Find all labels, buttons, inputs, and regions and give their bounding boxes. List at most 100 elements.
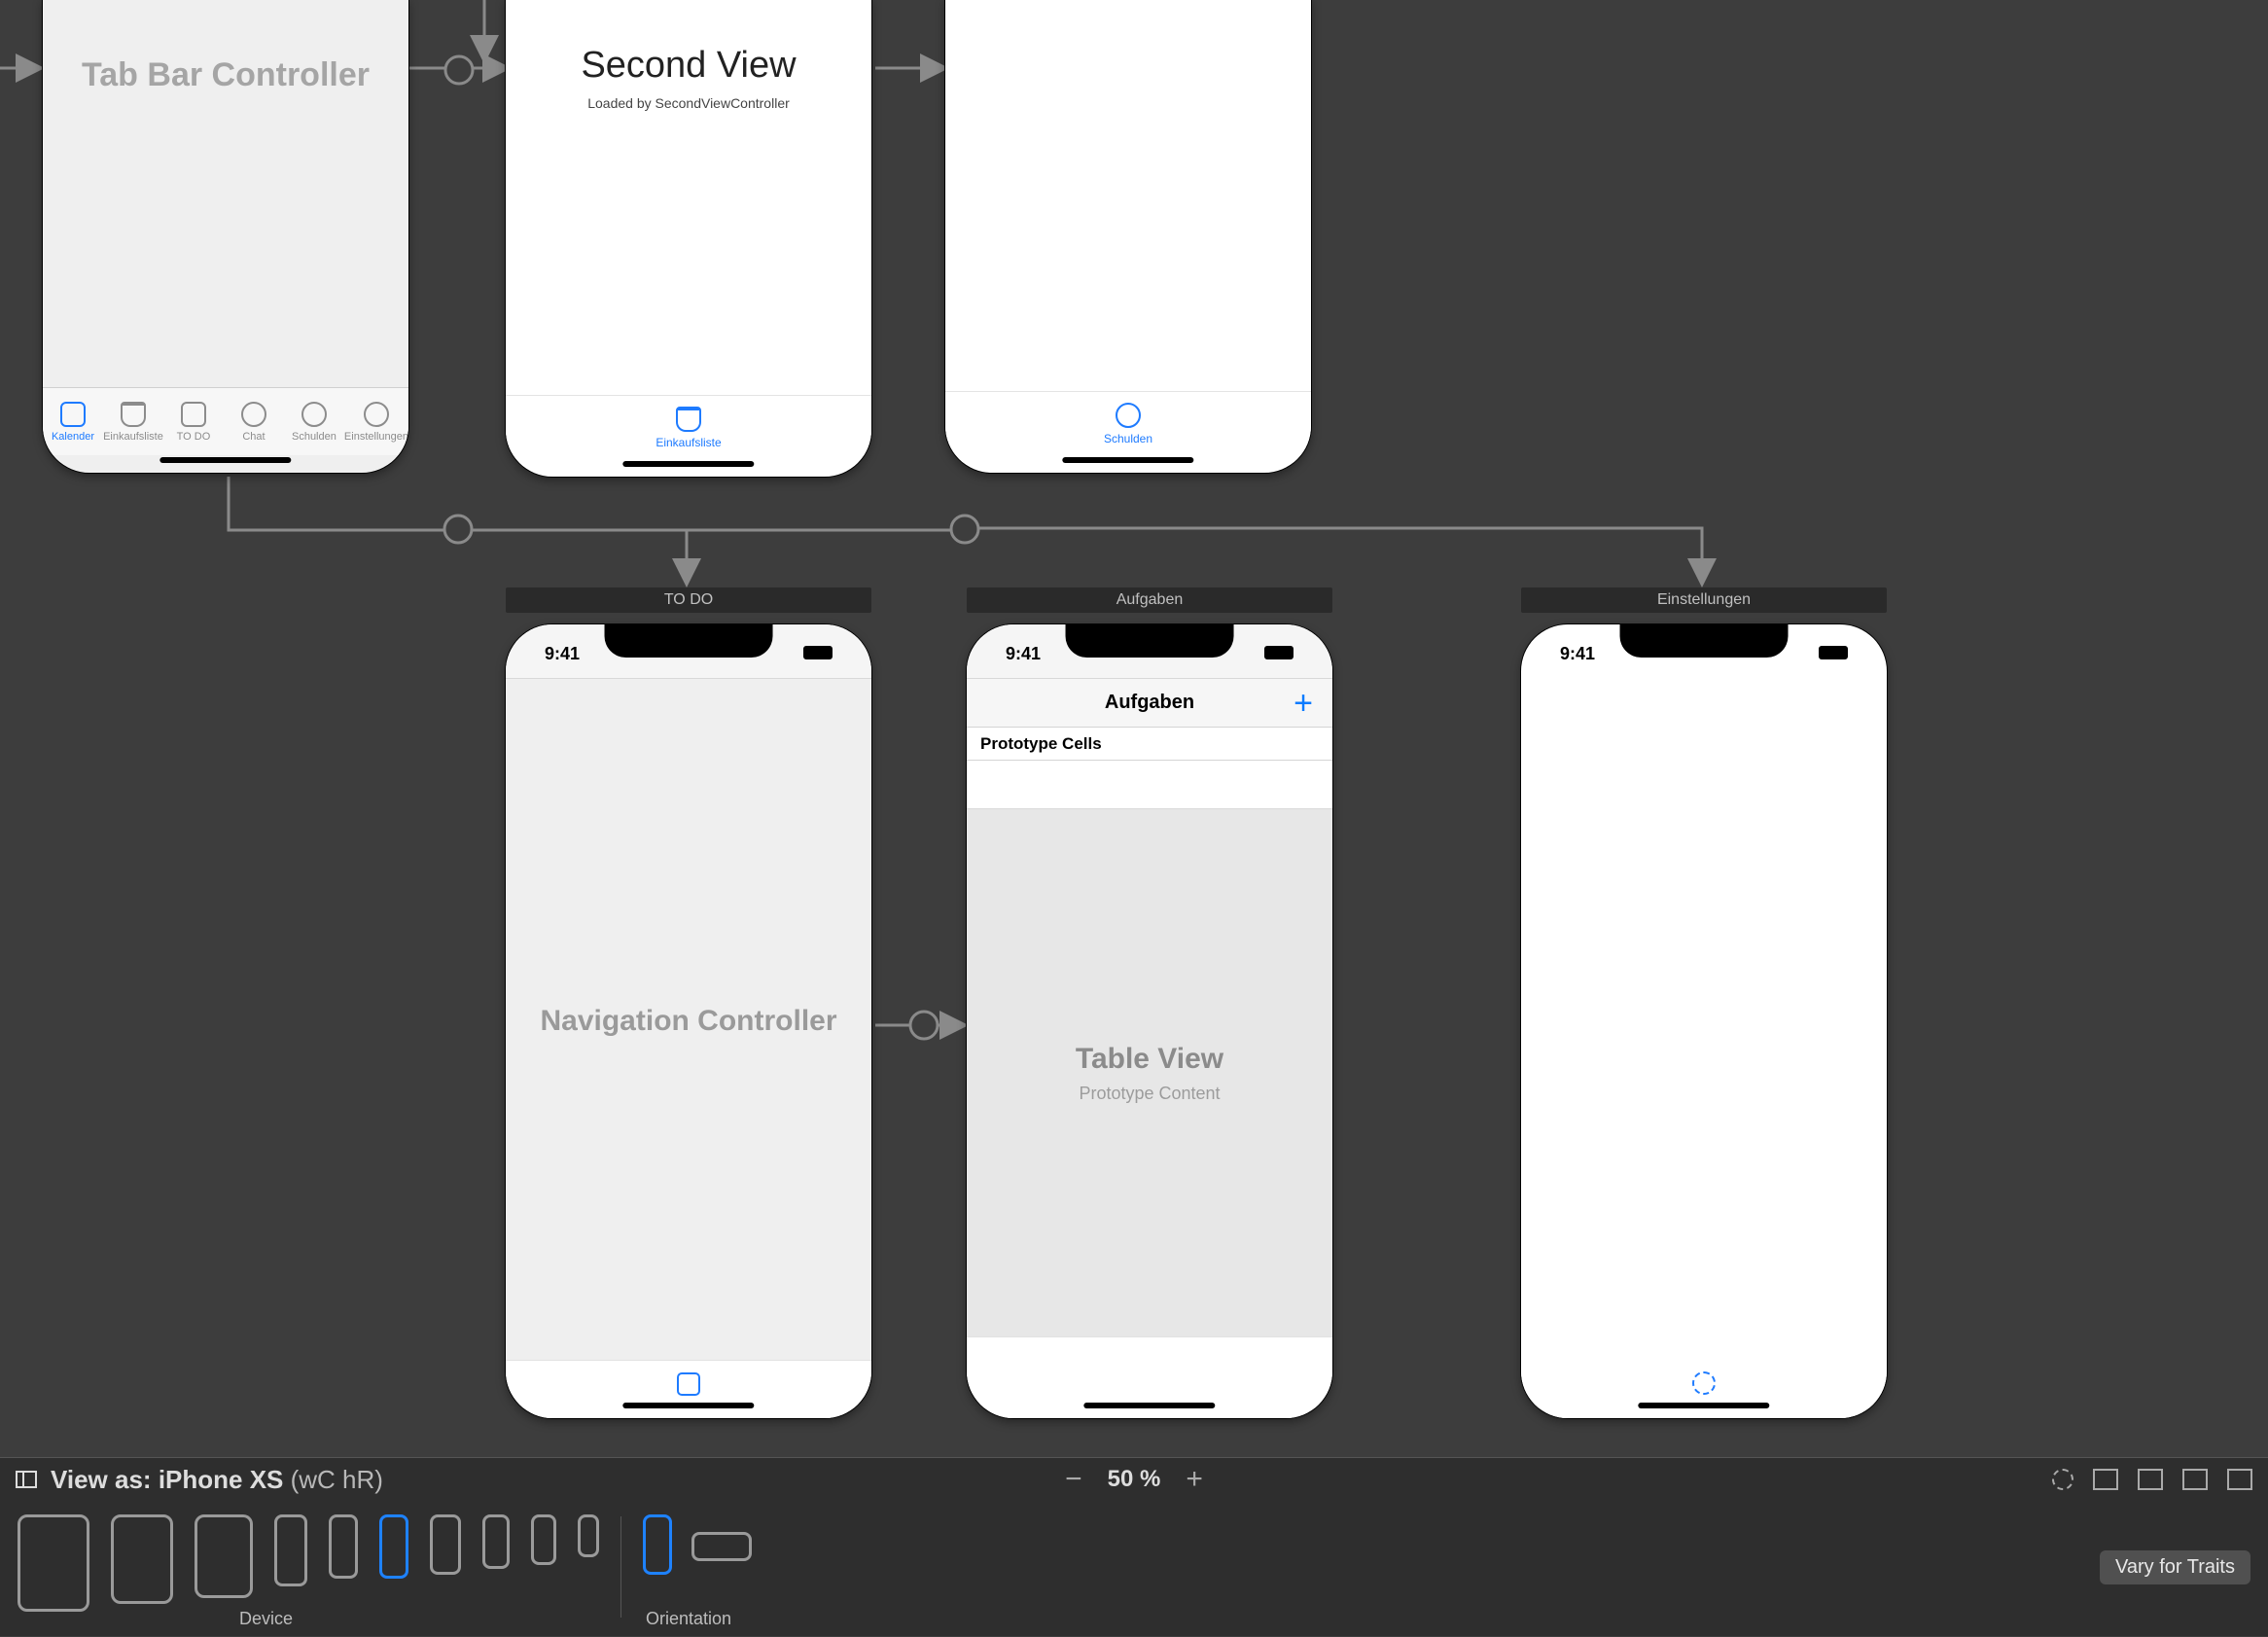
battery-icon bbox=[1264, 646, 1293, 659]
table-view-subtitle: Prototype Content bbox=[1079, 1084, 1220, 1104]
orientation-landscape[interactable] bbox=[691, 1532, 752, 1561]
scene-tabbar-controller[interactable]: Tab Bar Controller Kalender Einkaufslist… bbox=[43, 0, 408, 473]
device-bar-body: Device Orientation Vary for Traits bbox=[0, 1501, 2268, 1637]
viewas-device: iPhone XS bbox=[159, 1465, 284, 1494]
storyboard-canvas[interactable]: Tab Bar Controller Kalender Einkaufslist… bbox=[0, 0, 2268, 1636]
tab-label: TO DO bbox=[177, 431, 211, 443]
prototype-cell[interactable] bbox=[967, 761, 1332, 809]
orientation-group bbox=[643, 1514, 752, 1575]
second-view-title: Second View bbox=[506, 45, 871, 87]
scene-einstellungen[interactable]: 9:41 bbox=[1521, 624, 1887, 1418]
device-ipad[interactable] bbox=[195, 1514, 253, 1598]
align-icon[interactable] bbox=[2138, 1469, 2163, 1490]
device-iphone-8-plus[interactable] bbox=[430, 1514, 461, 1575]
home-indicator bbox=[159, 457, 291, 463]
pin-icon[interactable] bbox=[2182, 1469, 2208, 1490]
notch bbox=[1620, 624, 1789, 658]
home-indicator bbox=[1083, 1403, 1215, 1408]
basket-icon bbox=[121, 402, 146, 427]
home-indicator bbox=[622, 461, 754, 467]
tab-label: Einkaufsliste bbox=[656, 436, 721, 449]
scene-schulden[interactable]: Schulden bbox=[945, 0, 1311, 473]
tab-label: Einstellungen bbox=[344, 431, 408, 443]
device-iphone-xr[interactable] bbox=[329, 1514, 358, 1579]
status-time: 9:41 bbox=[1006, 644, 1041, 664]
chat-icon bbox=[241, 402, 266, 427]
tab-chat[interactable]: Chat bbox=[224, 388, 284, 455]
zoom-in-button[interactable]: + bbox=[1186, 1463, 1203, 1496]
tab-einstellungen[interactable]: Einstellungen bbox=[344, 388, 408, 455]
device-iphone-xs-max[interactable] bbox=[274, 1514, 307, 1586]
scene-second-view[interactable]: Second View Loaded by SecondViewControll… bbox=[506, 0, 871, 477]
zoom-out-button[interactable]: − bbox=[1065, 1463, 1082, 1496]
home-indicator bbox=[1062, 457, 1193, 463]
gear-icon bbox=[364, 402, 389, 427]
panel-toggle-icon[interactable] bbox=[16, 1471, 37, 1488]
tab-todo[interactable]: TO DO bbox=[163, 388, 224, 455]
gear-icon bbox=[1692, 1371, 1716, 1395]
list-icon bbox=[677, 1372, 700, 1396]
tab-kalender[interactable]: Kalender bbox=[43, 388, 103, 455]
home-indicator bbox=[1638, 1403, 1769, 1408]
home-indicator bbox=[622, 1403, 754, 1408]
tab-label: Schulden bbox=[292, 431, 337, 443]
add-button[interactable]: + bbox=[1293, 687, 1313, 720]
status-time: 9:41 bbox=[1560, 644, 1595, 664]
euro-icon bbox=[1116, 403, 1141, 428]
device-iphone-xs[interactable] bbox=[379, 1514, 408, 1579]
basket-icon bbox=[676, 407, 701, 432]
bottom-tab-area bbox=[1521, 1360, 1887, 1418]
battery-icon bbox=[1819, 646, 1848, 659]
device-group-label: Device bbox=[239, 1609, 293, 1629]
device-ipad-pro-11[interactable] bbox=[111, 1514, 173, 1604]
scene-aufgaben-tableview[interactable]: 9:41 Aufgaben + Prototype Cells Table Vi… bbox=[967, 624, 1332, 1418]
tabbar: Kalender Einkaufsliste TO DO Chat Schuld… bbox=[43, 387, 408, 455]
battery-icon bbox=[803, 646, 833, 659]
navigation-bar: Aufgaben + bbox=[967, 679, 1332, 728]
status-time: 9:41 bbox=[545, 644, 580, 664]
scene-title-todo[interactable]: TO DO bbox=[506, 587, 871, 613]
tab-label: Schulden bbox=[1104, 432, 1152, 445]
device-ipad-pro-12[interactable] bbox=[18, 1514, 89, 1612]
view-as-label[interactable]: View as: iPhone XS (wC hR) bbox=[51, 1465, 383, 1495]
scene-title-aufgaben[interactable]: Aufgaben bbox=[967, 587, 1332, 613]
orientation-portrait[interactable] bbox=[643, 1514, 672, 1575]
separator bbox=[620, 1516, 621, 1618]
navigation-controller-label: Navigation Controller bbox=[506, 1005, 871, 1038]
bottom-tab-area bbox=[506, 1360, 871, 1418]
orientation-group-label: Orientation bbox=[646, 1609, 731, 1629]
tabbar-controller-label: Tab Bar Controller bbox=[43, 56, 408, 94]
zoom-controls: − 50 % + bbox=[1065, 1463, 1203, 1496]
tab-schulden[interactable]: Schulden bbox=[284, 388, 344, 455]
table-view-placeholder: Table View Prototype Content bbox=[967, 809, 1332, 1336]
update-frames-icon[interactable] bbox=[2052, 1469, 2073, 1490]
viewas-prefix: View as: bbox=[51, 1465, 159, 1494]
notch bbox=[605, 624, 773, 658]
nav-title: Aufgaben bbox=[1105, 692, 1194, 714]
calendar-icon bbox=[60, 402, 86, 427]
device-iphone-8[interactable] bbox=[482, 1514, 510, 1569]
layout-tools bbox=[2052, 1469, 2252, 1490]
euro-icon bbox=[301, 402, 327, 427]
device-configuration-bar: View as: iPhone XS (wC hR) − 50 % + Devi… bbox=[0, 1457, 2268, 1636]
list-icon bbox=[181, 402, 206, 427]
viewas-traits: (wC hR) bbox=[283, 1465, 383, 1494]
zoom-level: 50 % bbox=[1108, 1466, 1161, 1493]
active-tab-indicator[interactable]: Schulden bbox=[945, 391, 1311, 455]
vary-for-traits-button[interactable]: Vary for Traits bbox=[2100, 1550, 2250, 1584]
device-iphone-se[interactable] bbox=[531, 1514, 556, 1565]
device-bar-top: View as: iPhone XS (wC hR) − 50 % + bbox=[0, 1458, 2268, 1501]
tab-label: Einkaufsliste bbox=[103, 431, 163, 443]
prototype-cells-header: Prototype Cells bbox=[967, 728, 1332, 761]
notch bbox=[1066, 624, 1234, 658]
scene-navigation-controller[interactable]: 9:41 Navigation Controller bbox=[506, 624, 871, 1418]
tab-label: Kalender bbox=[52, 431, 94, 443]
resolve-issues-icon[interactable] bbox=[2227, 1469, 2252, 1490]
device-iphone-4s[interactable] bbox=[578, 1514, 599, 1557]
embed-in-icon[interactable] bbox=[2093, 1469, 2118, 1490]
scene-title-einstellungen[interactable]: Einstellungen bbox=[1521, 587, 1887, 613]
active-tab-indicator[interactable]: Einkaufsliste bbox=[506, 395, 871, 459]
tab-einkaufsliste[interactable]: Einkaufsliste bbox=[103, 388, 163, 455]
second-view-subtitle: Loaded by SecondViewController bbox=[506, 95, 871, 111]
tab-label: Chat bbox=[242, 431, 265, 443]
